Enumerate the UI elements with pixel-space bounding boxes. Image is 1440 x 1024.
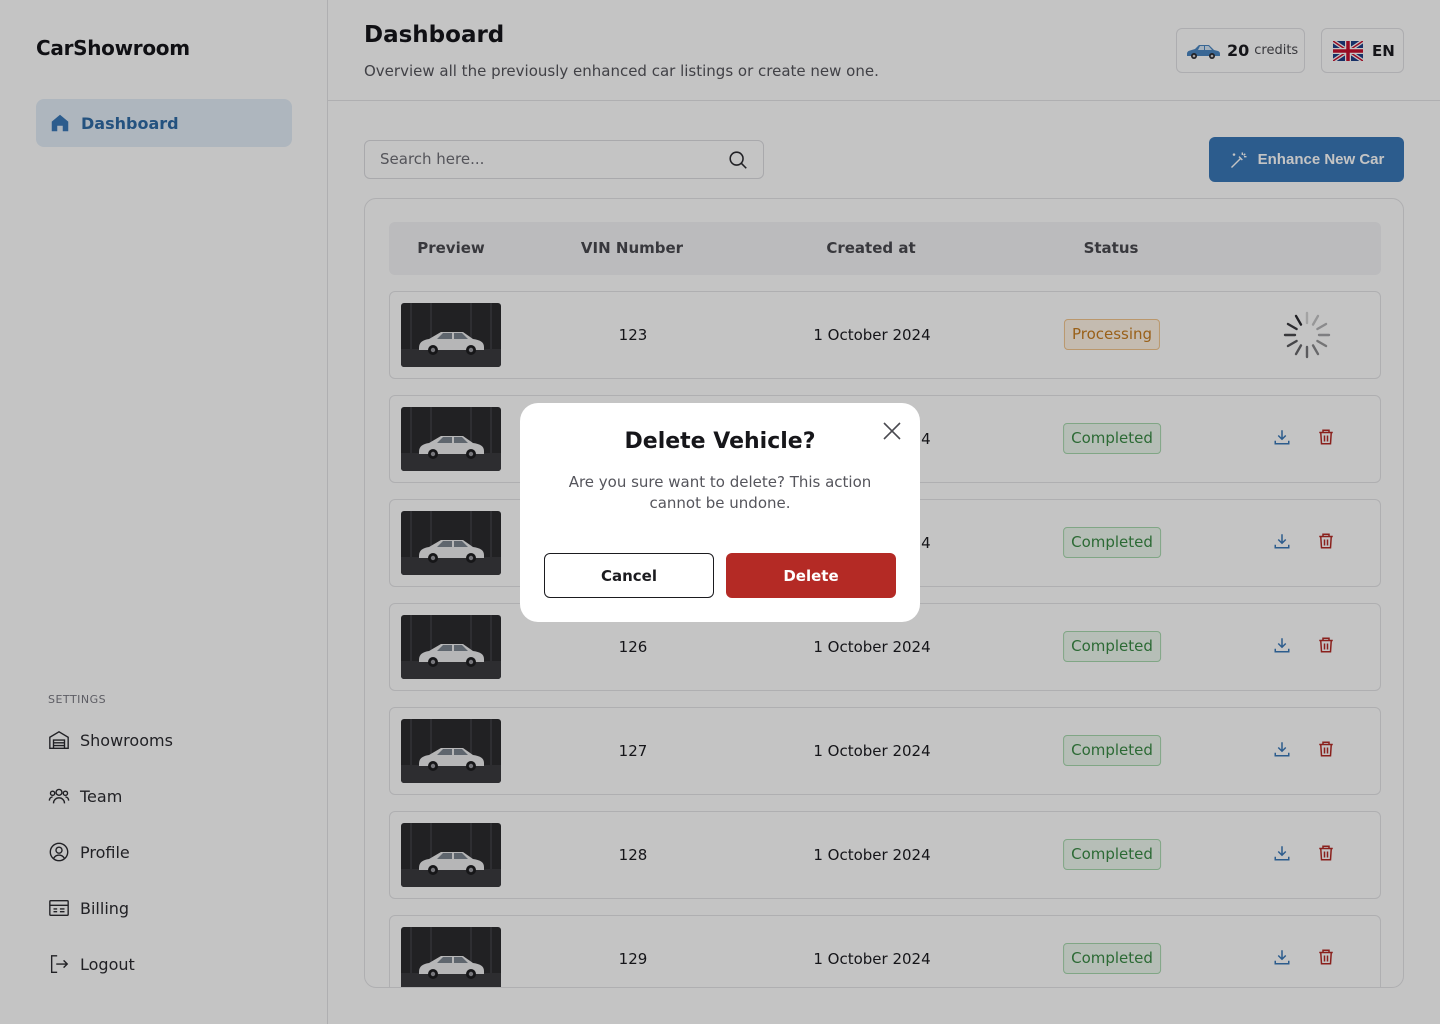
cancel-button[interactable]: Cancel bbox=[544, 553, 714, 598]
dialog-title: Delete Vehicle? bbox=[624, 429, 816, 454]
delete-vehicle-dialog: Delete Vehicle? Are you sure want to del… bbox=[520, 403, 920, 622]
dialog-message: Are you sure want to delete? This action… bbox=[568, 473, 872, 512]
close-icon bbox=[880, 419, 904, 443]
delete-button[interactable]: Delete bbox=[726, 553, 896, 598]
close-button[interactable] bbox=[880, 419, 904, 443]
